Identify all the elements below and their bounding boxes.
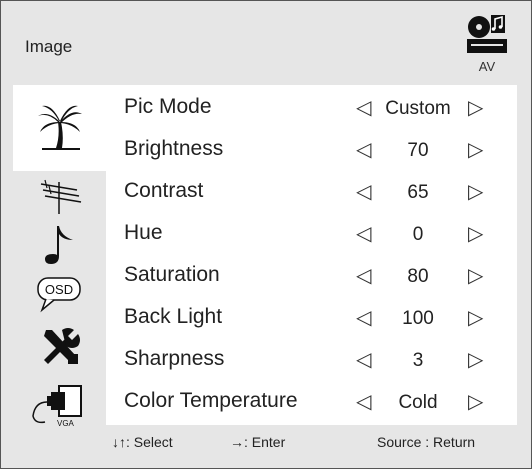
sidebar-item-setup[interactable] [15,315,105,377]
sidebar-item-vga[interactable]: VGA [15,375,105,437]
setting-label: Contrast [124,179,204,202]
sidebar-item-picture[interactable] [13,85,107,171]
increase-arrow-icon[interactable]: ▷ [468,347,483,372]
setting-value: 80 [407,266,429,287]
osd-bubble-icon: OSD [36,274,84,314]
category-sidebar: OSD VGA [1,85,107,468]
setting-value: 70 [407,140,429,161]
vga-label: VGA [57,419,75,428]
setting-label: Hue [124,221,163,244]
select-hint: ↓↑: Select [112,434,173,450]
page-title: Image [25,37,73,56]
increase-arrow-icon[interactable]: ▷ [468,221,483,246]
key-hints-footer: ↓↑: Select →: Enter Source : Return [106,425,517,461]
decrease-arrow-icon[interactable]: ◁ [356,347,371,372]
picture-settings-list: Pic Mode ◁ Custom ▷ Brightness ◁ 70 ▷ Co… [106,85,517,425]
increase-arrow-icon[interactable]: ▷ [468,305,483,330]
menu-header: Image AV [1,1,531,85]
decrease-arrow-icon[interactable]: ◁ [356,305,371,330]
setting-label: Color Temperature [124,389,298,412]
setting-row-color-temperature[interactable]: Color Temperature ◁ Cold ▷ [106,381,517,421]
setting-label: Saturation [124,263,220,286]
antenna-icon [37,176,83,216]
music-note-icon [43,222,77,266]
setting-value: 0 [412,224,424,245]
setting-row-back-light[interactable]: Back Light ◁ 100 ▷ [106,297,517,337]
return-hint: Source : Return [377,434,476,450]
setting-label: Brightness [124,137,224,160]
decrease-arrow-icon[interactable]: ◁ [356,263,371,288]
setting-value: 100 [402,308,434,329]
increase-arrow-icon[interactable]: ▷ [468,95,483,120]
decrease-arrow-icon[interactable]: ◁ [356,95,371,120]
setting-label: Sharpness [124,347,225,370]
setting-label: Back Light [124,305,223,328]
av-source-icon[interactable] [465,13,509,57]
setting-row-pic-mode[interactable]: Pic Mode ◁ Custom ▷ [106,87,517,127]
tools-icon [38,326,82,366]
setting-row-contrast[interactable]: Contrast ◁ 65 ▷ [106,171,517,211]
setting-row-hue[interactable]: Hue ◁ 0 ▷ [106,213,517,253]
osd-bubble-label: OSD [45,282,73,297]
palm-tree-icon [36,102,84,154]
decrease-arrow-icon[interactable]: ◁ [356,179,371,204]
decrease-arrow-icon[interactable]: ◁ [356,221,371,246]
setting-row-brightness[interactable]: Brightness ◁ 70 ▷ [106,129,517,169]
setting-value: Custom [385,98,451,119]
setting-label: Pic Mode [124,95,212,118]
setting-value: 65 [407,182,429,203]
setting-value: Cold [398,392,438,413]
increase-arrow-icon[interactable]: ▷ [468,263,483,288]
setting-row-sharpness[interactable]: Sharpness ◁ 3 ▷ [106,339,517,379]
enter-hint: →: Enter [230,434,286,450]
decrease-arrow-icon[interactable]: ◁ [356,389,371,414]
increase-arrow-icon[interactable]: ▷ [468,389,483,414]
av-source-label: AV [478,59,496,74]
increase-arrow-icon[interactable]: ▷ [468,137,483,162]
vga-connector-icon: VGA [31,382,89,430]
osd-menu: Image AV OSD VGA Pic Mode ◁ Custom ▷ Bri… [0,0,532,469]
setting-row-saturation[interactable]: Saturation ◁ 80 ▷ [106,255,517,295]
setting-value: 3 [412,350,424,371]
decrease-arrow-icon[interactable]: ◁ [356,137,371,162]
increase-arrow-icon[interactable]: ▷ [468,179,483,204]
